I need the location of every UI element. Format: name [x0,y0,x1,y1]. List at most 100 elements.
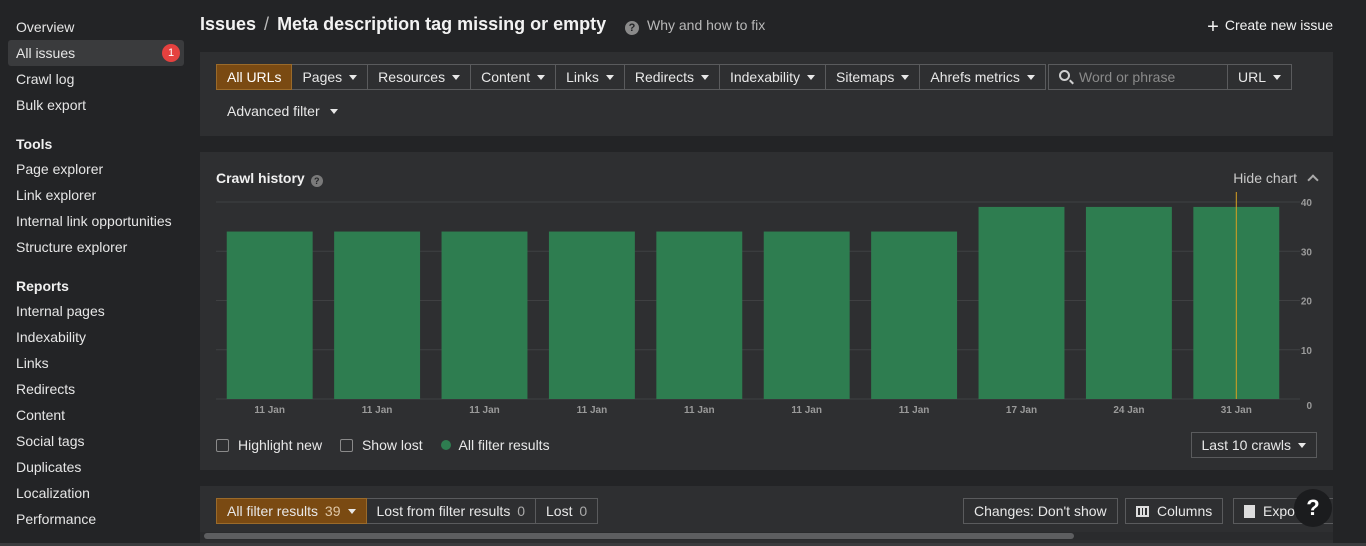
hide-chart-button[interactable]: Hide chart [1233,170,1319,186]
scrollbar-thumb[interactable] [204,533,1074,539]
filter-tab-resources[interactable]: Resources [368,64,472,90]
sidebar-item-internal-pages[interactable]: Internal pages [8,298,184,324]
sidebar-item-overview[interactable]: Overview [8,14,184,40]
page-title: Meta description tag missing or empty [277,14,607,34]
create-new-issue-button[interactable]: + Create new issue [1207,16,1333,39]
caret-down-icon [1298,443,1306,448]
sidebar-item-links[interactable]: Links [8,350,184,376]
sidebar-item-performance[interactable]: Performance [8,506,184,532]
sidebar-item-social-tags[interactable]: Social tags [8,428,184,454]
results-tab-label: All filter results [227,503,319,519]
help-button[interactable]: ? [1294,489,1332,527]
filter-tab-redirects[interactable]: Redirects [624,64,720,90]
x-tick-label: 24 Jan [1113,405,1144,416]
sidebar-item-label: Page explorer [16,161,104,177]
url-type-filter-tabs: All URLs Pages Resources Content Links R… [216,64,1046,90]
sidebar-item-label: Localization [16,485,90,501]
sidebar-item-label: All issues [16,45,76,61]
caret-down-icon [1026,75,1035,80]
sidebar-item-duplicates[interactable]: Duplicates [8,454,184,480]
breadcrumb-issues-link[interactable]: Issues [200,14,256,34]
filter-tab-links[interactable]: Links [556,64,625,90]
columns-button[interactable]: Columns [1125,498,1224,524]
horizontal-scrollbar[interactable] [200,532,1333,540]
y-tick-label: 30 [1301,247,1313,258]
advanced-filter-button[interactable]: Advanced filter [227,103,338,119]
sidebar-item-crawl-log[interactable]: Crawl log [8,66,184,92]
sidebar-item-label: Duplicates [16,459,82,475]
sidebar-item-label: Overview [16,19,75,35]
help-icon[interactable]: ? [310,175,323,187]
sidebar-heading-reports: Reports [16,278,69,294]
sidebar-item-label: Structure explorer [16,239,128,255]
filter-tab-label: Sitemaps [836,69,895,85]
create-button-label: Create new issue [1224,17,1333,33]
y-tick-label: 20 [1301,297,1313,308]
chart-bar [763,231,850,399]
sidebar-item-bulk-export[interactable]: Bulk export [8,92,184,118]
results-tab-all-filter-results[interactable]: All filter results 39 [216,498,367,524]
crawl-range-select[interactable]: Last 10 crawls [1190,432,1317,458]
caret-down-icon [537,75,546,80]
why-and-how-to-fix-link[interactable]: ? Why and how to fix [625,17,765,35]
filter-tab-sitemaps[interactable]: Sitemaps [826,64,921,90]
sidebar-item-redirects[interactable]: Redirects [8,376,184,402]
results-tab-lost[interactable]: Lost 0 [536,498,599,524]
question-circle-icon: ? [625,21,639,35]
chart-bar [1085,206,1172,399]
filter-tab-label: Pages [302,69,343,85]
sidebar-item-internal-link-opportunities[interactable]: Internal link opportunities [8,208,184,234]
legend-all-filter-results[interactable]: All filter results [440,437,550,453]
chart-title-label: Crawl history [216,170,305,186]
sidebar-heading-tools: Tools [16,136,53,152]
sidebar-item-link-explorer[interactable]: Link explorer [8,182,184,208]
search-icon [1059,70,1070,81]
filter-tab-ahrefs-metrics[interactable]: Ahrefs metrics [920,64,1046,90]
caret-down-icon [605,75,614,80]
results-tab-lost-from-filter[interactable]: Lost from filter results 0 [366,498,537,524]
filter-tab-pages[interactable]: Pages [292,64,369,90]
filter-tab-label: Links [566,69,599,85]
highlight-new-checkbox[interactable]: Highlight new [216,437,322,453]
sidebar-item-indexability[interactable]: Indexability [8,324,184,350]
sidebar-item-localization[interactable]: Localization [8,480,184,506]
chart-bar [334,231,421,399]
filter-tab-all-urls[interactable]: All URLs [216,64,293,90]
search-scope-select[interactable]: URL [1227,64,1293,90]
sidebar-item-label: Social tags [16,433,85,449]
crawl-history-panel: Crawl history? Hide chart 0 10 20 30 40 11 Ja… [200,152,1333,470]
chart-legend: Highlight new Show lost All filter resul… [216,437,564,453]
filter-tab-content[interactable]: Content [471,64,557,90]
chart-bar [548,231,635,399]
y-tick-label: 40 [1301,198,1313,209]
results-count: 39 [324,503,341,519]
sidebar-item-all-issues[interactable]: All issues 1 [8,40,184,66]
filter-tab-label: Ahrefs metrics [930,69,1020,85]
advanced-filter-label: Advanced filter [227,103,320,119]
caret-down-icon [1273,75,1282,80]
x-tick-label: 11 Jan [684,405,715,416]
breadcrumb: Issues / Meta description tag missing or e… [200,14,606,35]
sidebar: Overview All issues 1 Crawl log Bulk expo… [0,0,192,546]
caret-down-icon [347,509,356,514]
columns-icon [1136,506,1149,517]
search-box [1048,64,1228,90]
caret-down-icon [807,75,816,80]
export-icon [1244,505,1255,518]
filter-tab-indexability[interactable]: Indexability [719,64,827,90]
hide-chart-label: Hide chart [1233,170,1297,186]
search-input[interactable] [1079,67,1219,87]
x-tick-label: 11 Jan [254,405,285,416]
x-tick-label: 31 Jan [1221,405,1252,416]
filter-tab-label: All URLs [227,69,282,85]
x-tick-label: 11 Jan [577,405,608,416]
legend-label: All filter results [458,437,550,453]
sidebar-item-page-explorer[interactable]: Page explorer [8,156,184,182]
x-tick-label: 11 Jan [899,405,930,416]
chart-bar [978,206,1065,399]
show-lost-checkbox[interactable]: Show lost [339,437,423,453]
sidebar-item-structure-explorer[interactable]: Structure explorer [8,234,184,260]
changes-button[interactable]: Changes: Don't show [963,498,1118,524]
filter-tab-label: Indexability [729,69,801,85]
sidebar-item-content[interactable]: Content [8,402,184,428]
